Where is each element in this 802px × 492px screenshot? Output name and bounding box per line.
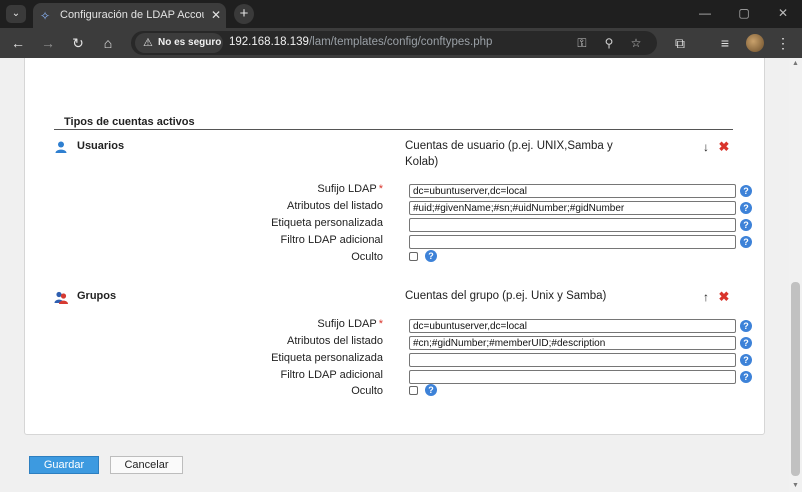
- scroll-down-icon[interactable]: ▼: [792, 482, 799, 489]
- help-icon[interactable]: ?: [740, 354, 752, 366]
- help-icon[interactable]: ?: [740, 219, 752, 231]
- arrow-down-icon[interactable]: ↓: [699, 140, 713, 154]
- custom-label-input-users[interactable]: [409, 218, 736, 232]
- tab-title: Configuración de LDAP Accoun: [60, 9, 204, 21]
- back-arrow-icon[interactable]: ←: [9, 34, 27, 52]
- required-mark: *: [378, 183, 383, 195]
- lam-favicon-icon: ✧: [40, 9, 51, 23]
- site-info-button[interactable]: ⚠ No es seguro: [135, 33, 223, 53]
- page-viewport: Tipos de cuentas activos Usuarios Cuenta…: [0, 58, 789, 492]
- account-description-users: Cuentas de usuario (p.ej. UNIX,Samba y K…: [405, 140, 613, 168]
- list-attributes-label-groups: Atributos del listado: [287, 335, 383, 347]
- suffix-label-text: Sufijo LDAP: [317, 318, 377, 330]
- list-attributes-label-users: Atributos del listado: [287, 200, 383, 212]
- help-icon[interactable]: ?: [740, 320, 752, 332]
- suffix-label-users: Sufijo LDAP *: [3, 183, 383, 195]
- ldap-filter-label-users: Filtro LDAP adicional: [280, 234, 383, 246]
- ldap-filter-label-groups: Filtro LDAP adicional: [280, 369, 383, 381]
- reload-icon[interactable]: ↻: [69, 34, 87, 52]
- bookmark-star-icon[interactable]: ☆: [628, 35, 644, 51]
- cancel-button[interactable]: Cancelar: [110, 456, 183, 474]
- custom-label-input-groups[interactable]: [409, 353, 736, 367]
- minimize-icon[interactable]: —: [695, 4, 715, 22]
- tab-search-button[interactable]: ⌄: [6, 5, 26, 23]
- save-button[interactable]: Guardar: [29, 456, 99, 474]
- section-divider: [54, 129, 733, 130]
- scrollbar-thumb[interactable]: [791, 282, 800, 476]
- url-path: /lam/templates/config/conftypes.php: [308, 36, 493, 48]
- browser-toolbar: ← → ↻ ⌂ ⚠ No es seguro 192.168.18.139/la…: [0, 28, 802, 58]
- extensions-puzzle-icon[interactable]: ⧉: [671, 34, 689, 52]
- address-bar[interactable]: ⚠ No es seguro 192.168.18.139/lam/templa…: [131, 31, 657, 55]
- url-host: 192.168.18.139: [229, 36, 309, 48]
- close-window-icon[interactable]: ✕: [773, 4, 793, 22]
- help-icon[interactable]: ?: [740, 236, 752, 248]
- ldap-filter-input-groups[interactable]: [409, 370, 736, 384]
- url-text[interactable]: 192.168.18.139/lam/templates/config/conf…: [229, 36, 492, 48]
- tab-close-icon[interactable]: ✕: [209, 7, 223, 23]
- profile-avatar[interactable]: [746, 34, 764, 52]
- delete-groups-icon[interactable]: ✖: [717, 290, 731, 304]
- forward-arrow-icon[interactable]: →: [39, 34, 57, 52]
- section-title: Tipos de cuentas activos: [64, 116, 195, 128]
- help-icon[interactable]: ?: [740, 371, 752, 383]
- required-mark: *: [378, 318, 383, 330]
- help-icon[interactable]: ?: [425, 384, 437, 396]
- page-scrollbar[interactable]: ▲ ▼: [789, 58, 802, 492]
- account-name-users: Usuarios: [77, 140, 125, 152]
- suffix-label-groups: Sufijo LDAP *: [3, 318, 383, 330]
- hidden-checkbox-users[interactable]: [409, 252, 418, 261]
- scroll-up-icon[interactable]: ▲: [792, 60, 799, 67]
- zoom-icon[interactable]: ⚲: [601, 35, 617, 51]
- user-icon: [55, 141, 67, 153]
- suffix-input-users[interactable]: [409, 184, 736, 198]
- media-controls-icon[interactable]: ≡: [716, 34, 734, 52]
- list-attributes-input-users[interactable]: [409, 201, 736, 215]
- browser-tab[interactable]: ✧ Configuración de LDAP Accoun ✕: [33, 3, 226, 28]
- arrow-up-icon[interactable]: ↑: [699, 290, 713, 304]
- account-description-groups: Cuentas del grupo (p.ej. Unix y Samba): [405, 290, 607, 302]
- browser-tab-bar: ⌄ ✧ Configuración de LDAP Accoun ✕ + — ▢…: [0, 0, 802, 28]
- help-icon[interactable]: ?: [740, 337, 752, 349]
- hidden-label-groups: Oculto: [351, 385, 383, 397]
- help-icon[interactable]: ?: [740, 202, 752, 214]
- account-name-groups: Grupos: [77, 290, 117, 302]
- hidden-checkbox-groups[interactable]: [409, 386, 418, 395]
- suffix-input-groups[interactable]: [409, 319, 736, 333]
- help-icon[interactable]: ?: [740, 185, 752, 197]
- maximize-icon[interactable]: ▢: [734, 4, 754, 22]
- delete-users-icon[interactable]: ✖: [717, 140, 731, 154]
- password-key-icon[interactable]: ⚿: [574, 35, 590, 51]
- list-attributes-input-groups[interactable]: [409, 336, 736, 350]
- warning-triangle-icon: ⚠: [143, 37, 153, 49]
- kebab-menu-icon[interactable]: ⋮: [774, 34, 792, 52]
- ldap-filter-input-users[interactable]: [409, 235, 736, 249]
- custom-label-label-groups: Etiqueta personalizada: [271, 352, 383, 364]
- suffix-label-text: Sufijo LDAP: [317, 183, 377, 195]
- custom-label-label-users: Etiqueta personalizada: [271, 217, 383, 229]
- group-icon: [54, 291, 68, 304]
- not-secure-label: No es seguro: [158, 37, 222, 48]
- home-icon[interactable]: ⌂: [99, 34, 117, 52]
- hidden-label-users: Oculto: [351, 251, 383, 263]
- help-icon[interactable]: ?: [425, 250, 437, 262]
- new-tab-button[interactable]: +: [234, 4, 254, 24]
